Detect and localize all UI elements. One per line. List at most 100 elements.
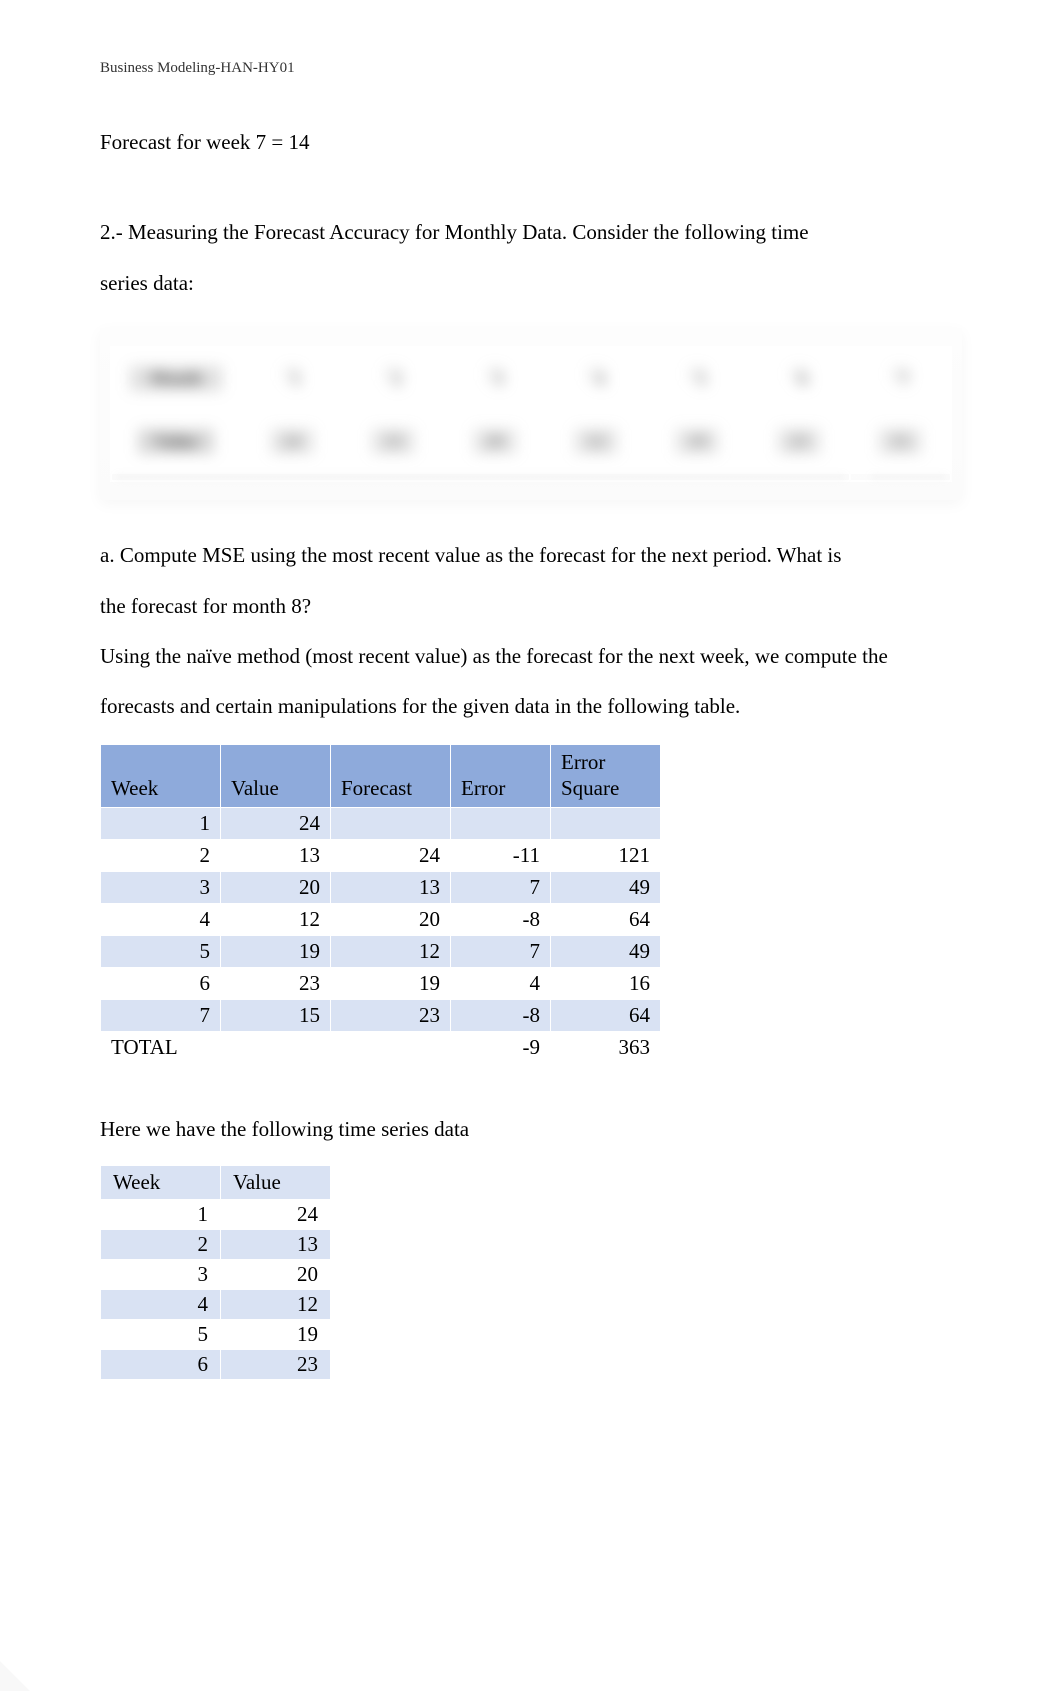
col-header-forecast: Forecast: [331, 744, 451, 808]
ts-col-header-week: Week: [101, 1165, 221, 1199]
blurred-cell: 2: [385, 367, 401, 381]
table-cell: 2: [101, 840, 221, 872]
table-cell: 23: [221, 1349, 331, 1379]
blurred-cell: 7: [892, 367, 908, 381]
col-header-error-square: Error Square: [551, 744, 661, 808]
table-cell: [451, 808, 551, 840]
blurred-cell: 5: [689, 367, 705, 381]
table-cell: 4: [451, 968, 551, 1000]
forecast-statement: Forecast for week 7 = 14: [100, 117, 962, 167]
blurred-cell: 6: [791, 367, 807, 381]
col-header-value: Value: [221, 744, 331, 808]
col-header-error: Error: [451, 744, 551, 808]
blurred-cell: 23: [778, 429, 820, 454]
table-cell: 15: [221, 1000, 331, 1032]
question-a-line-2: the forecast for month 8?: [100, 581, 962, 631]
col-header-error-square-l2: Square: [561, 776, 619, 800]
table-cell: 16: [551, 968, 661, 1000]
calculation-table: Week Value Forecast Error Error Square 1…: [100, 744, 661, 1065]
table-row: 32013749: [101, 872, 661, 904]
table-cell: 24: [221, 1199, 331, 1229]
table-cell: 20: [221, 872, 331, 904]
table-cell: 5: [101, 1319, 221, 1349]
table-cell: 7: [451, 936, 551, 968]
document-header: Business Modeling-HAN-HY01: [100, 60, 962, 77]
table-row: 320: [101, 1259, 331, 1289]
calc-table-header-row: Week Value Forecast Error Error Square: [101, 744, 661, 808]
table-cell: 49: [551, 872, 661, 904]
table-cell: 5: [101, 936, 221, 968]
method-line-2: forecasts and certain manipulations for …: [100, 681, 962, 731]
timeseries-table: Week Value 124213320412519623: [100, 1165, 331, 1380]
blurred-cell: 24: [271, 429, 313, 454]
question-a-line-1: a. Compute MSE using the most recent val…: [100, 530, 962, 580]
blurred-cell: 15: [879, 429, 921, 454]
table-cell: 12: [331, 936, 451, 968]
table-cell: -11: [451, 840, 551, 872]
question-2-line-2: series data:: [100, 258, 962, 308]
table-row: 412: [101, 1289, 331, 1319]
blurred-data-table: Month 1 2 3 4 5 6 7 Value 24 13 20 12 19…: [100, 328, 962, 500]
table-row: 519: [101, 1319, 331, 1349]
table-cell: 13: [331, 872, 451, 904]
blurred-cell: 13: [372, 429, 414, 454]
ts-header-row: Week Value: [101, 1165, 331, 1199]
table-row: 51912749: [101, 936, 661, 968]
table-cell: 1: [101, 808, 221, 840]
table-cell: 4: [101, 1289, 221, 1319]
question-2-line-1: 2.- Measuring the Forecast Accuracy for …: [100, 207, 962, 257]
blurred-cell: 20: [474, 429, 516, 454]
blurred-header-row: Month 1 2 3 4 5 6 7: [111, 347, 951, 410]
table-cell: 7: [451, 872, 551, 904]
table-cell: 23: [331, 1000, 451, 1032]
blurred-cell: 1: [284, 367, 300, 381]
table-row: 213: [101, 1229, 331, 1259]
table-cell: 49: [551, 936, 661, 968]
method-line-1: Using the naïve method (most recent valu…: [100, 631, 962, 681]
table-cell: 121: [551, 840, 661, 872]
blurred-cell: 3: [487, 367, 503, 381]
table-cell: 13: [221, 840, 331, 872]
blurred-cell: 19: [676, 429, 718, 454]
col-header-error-square-l1: Error: [561, 750, 605, 774]
table-cell: 20: [221, 1259, 331, 1289]
table-cell: 23: [221, 968, 331, 1000]
table-cell: 13: [221, 1229, 331, 1259]
blurred-cell: 12: [575, 429, 617, 454]
table-cell: 3: [101, 872, 221, 904]
table-cell: [331, 1032, 451, 1064]
table-cell: 4: [101, 904, 221, 936]
table-cell: [331, 808, 451, 840]
table-cell: [551, 808, 661, 840]
table-cell: 12: [221, 1289, 331, 1319]
table-row: 124: [101, 1199, 331, 1229]
table-cell: 19: [331, 968, 451, 1000]
total-error-square: 363: [551, 1032, 661, 1064]
table-row: 623: [101, 1349, 331, 1379]
table-cell: 6: [101, 968, 221, 1000]
table-cell: 64: [551, 904, 661, 936]
blurred-row-label: Value: [138, 429, 213, 454]
table-cell: 24: [331, 840, 451, 872]
table-cell: 20: [331, 904, 451, 936]
table-cell: 24: [221, 808, 331, 840]
table-cell: 7: [101, 1000, 221, 1032]
table-cell: -8: [451, 1000, 551, 1032]
table-cell: 19: [221, 936, 331, 968]
blurred-value-row: Value 24 13 20 12 19 23 15: [111, 410, 951, 473]
total-label: TOTAL: [101, 1032, 221, 1064]
table-cell: -8: [451, 904, 551, 936]
col-header-week: Week: [101, 744, 221, 808]
table-cell: 1: [101, 1199, 221, 1229]
table-row: 41220-864: [101, 904, 661, 936]
ts-col-header-value: Value: [221, 1165, 331, 1199]
table-cell: 64: [551, 1000, 661, 1032]
page-corner-fold: [0, 1661, 30, 1691]
table-cell: 19: [221, 1319, 331, 1349]
table-row: 21324-11121: [101, 840, 661, 872]
blurred-row-label: Month: [130, 366, 222, 391]
blurred-cell: 4: [588, 367, 604, 381]
table-cell: 6: [101, 1349, 221, 1379]
table-cell: 2: [101, 1229, 221, 1259]
table-cell: [221, 1032, 331, 1064]
